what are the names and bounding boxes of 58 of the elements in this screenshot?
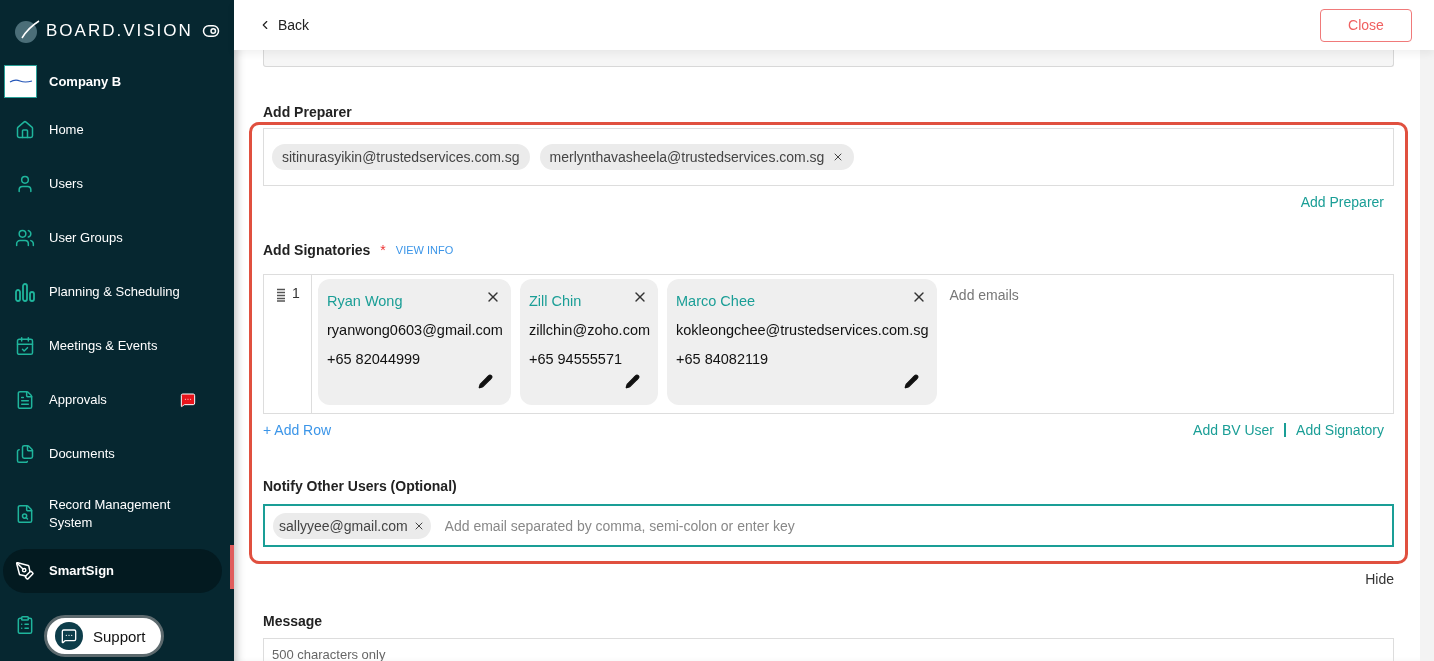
sidebar-item[interactable]: Documents xyxy=(3,432,222,476)
email-chip: sallyyee@gmail.com xyxy=(273,512,431,539)
users-icon xyxy=(15,228,35,248)
bar-chart-icon xyxy=(15,282,35,302)
notify-field[interactable]: sallyyee@gmail.com Add email separated by comma, semi-colon or enter key xyxy=(263,504,1394,547)
sidebar-item[interactable]: Record Management System xyxy=(3,486,222,542)
section-label: Add Preparer xyxy=(263,104,353,120)
toggle-icon[interactable] xyxy=(202,22,220,40)
support-button[interactable]: Support xyxy=(44,615,164,657)
add-emails-placeholder[interactable]: Add emails xyxy=(945,279,1023,409)
user-icon xyxy=(15,174,35,194)
sidebar-item[interactable]: SmartSign xyxy=(3,549,222,593)
section-label: Message xyxy=(263,613,324,629)
drag-handle-icon[interactable] xyxy=(276,288,286,302)
calendar-icon xyxy=(15,336,35,356)
sidebar-item[interactable]: User Groups xyxy=(3,216,222,260)
text-field[interactable] xyxy=(263,50,1394,67)
sidebar-item[interactable]: Home xyxy=(3,108,222,152)
row-number: 1 xyxy=(292,285,300,303)
sidebar-item[interactable]: Approvals xyxy=(3,378,222,422)
email-chip: merlynthavasheela@trustedservices.com.sg xyxy=(539,144,855,170)
brand-name: BOARD.VISION xyxy=(46,21,193,41)
signatory-email: kokleongchee@trustedservices.com.sg xyxy=(676,322,929,338)
hide-link[interactable]: Hide xyxy=(263,571,1394,587)
signatory-phone: +65 84082119 xyxy=(676,351,770,367)
preparer-field[interactable]: sitinurasyikin@trustedservices.com.sg merlynthavasheela@trustedservices.com.sg xyxy=(263,128,1394,186)
documents-icon xyxy=(15,444,35,464)
section-label: Add Signatories xyxy=(263,242,371,258)
signatory-name: Ryan Wong xyxy=(327,293,404,309)
sidebar-item[interactable]: Meetings & Events xyxy=(3,324,222,368)
scrollbar[interactable] xyxy=(1420,50,1434,661)
document-icon xyxy=(15,390,35,410)
signatory-phone: +65 94555571 xyxy=(528,351,624,367)
home-icon xyxy=(15,120,35,140)
record-icon xyxy=(15,504,35,524)
scroll-indicator xyxy=(230,545,234,589)
company-logo xyxy=(4,64,37,98)
pencil-icon[interactable] xyxy=(903,374,919,389)
signatory-email: zillchin@zoho.com xyxy=(528,322,651,338)
email-input[interactable]: Add email separated by comma, semi-colon or enter key xyxy=(442,506,1384,545)
pen-icon xyxy=(15,561,35,581)
signatory-name: Zill Chin xyxy=(528,293,583,309)
signatory-name: Marco Chee xyxy=(676,293,756,309)
message-field[interactable]: 500 characters only xyxy=(263,638,1394,661)
signatory-phone: +65 82044999 xyxy=(327,351,422,367)
sidebar-item[interactable]: Users xyxy=(3,162,222,206)
company-name: Company B xyxy=(49,73,122,89)
logo-icon xyxy=(14,18,40,44)
chat-icon xyxy=(61,628,77,644)
required-mark: * xyxy=(380,242,386,258)
back-link[interactable]: Back xyxy=(258,17,310,33)
section-label: Notify Other Users (Optional) xyxy=(263,478,458,494)
sidebar-item[interactable]: Planning & Scheduling xyxy=(3,270,222,314)
signatory-email: ryanwong0603@gmail.com xyxy=(327,322,503,338)
checklist-icon xyxy=(15,615,35,635)
pencil-icon[interactable] xyxy=(477,374,493,389)
email-chip: sitinurasyikin@trustedservices.com.sg xyxy=(272,144,530,170)
pencil-icon[interactable] xyxy=(625,374,641,389)
